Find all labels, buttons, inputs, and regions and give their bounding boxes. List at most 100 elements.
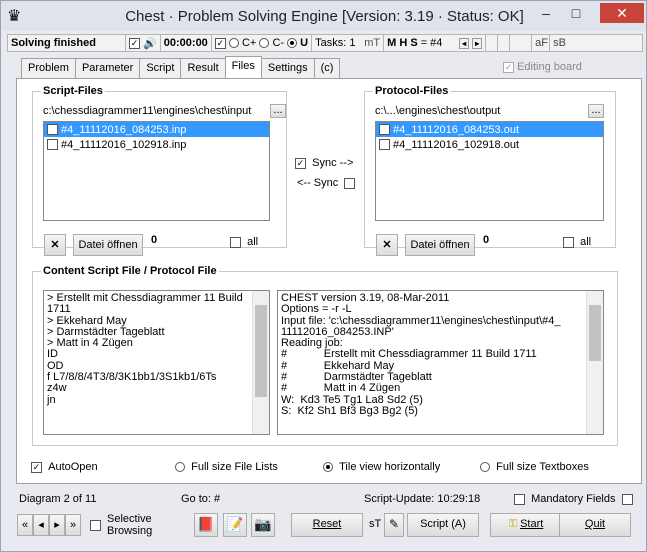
goto-field[interactable]: Go to: # (181, 493, 220, 505)
protocol-scrollbar[interactable] (586, 291, 603, 434)
list-item-label: #4_11112016_084253.inp (61, 123, 187, 136)
equals-sign: = (420, 37, 428, 49)
tab-copyright[interactable]: (c) (313, 58, 341, 78)
sync-forward-checkbox[interactable]: ✓ (295, 157, 306, 169)
script-tool-icon[interactable]: ✎ (384, 513, 404, 537)
spin-right-icon[interactable]: ▸ (472, 37, 483, 49)
mhs-selector[interactable]: M H S = #4 ◂ ▸ (384, 35, 487, 51)
text-line: 1711 (47, 303, 71, 316)
protocol-all-label: all (580, 236, 592, 248)
sync-forward-label: Sync --> (312, 157, 354, 169)
protocol-browse-button[interactable]: ... (588, 104, 604, 118)
minimize-button[interactable]: – (532, 3, 560, 25)
text-line: ID (47, 348, 58, 361)
tab-files[interactable]: Files (224, 56, 262, 78)
book-icon[interactable]: 📕 (194, 513, 218, 537)
protocol-all-option: all (563, 236, 591, 248)
time-checkbox[interactable]: ✓ (214, 37, 226, 49)
script-path: c:\chessdiagrammer11\engines\chest\input (43, 105, 252, 117)
camera-icon[interactable]: 📷 (251, 513, 275, 537)
last-diagram-button[interactable]: » (65, 514, 81, 536)
sound-checkbox[interactable]: ✓ (129, 37, 140, 49)
prev-diagram-button[interactable]: ◂ (33, 514, 49, 536)
scroll-thumb[interactable] (255, 305, 267, 397)
quit-button[interactable]: Quit (559, 513, 631, 537)
list-item[interactable]: #4_11112016_102918.inp (44, 137, 269, 152)
mandatory-checkbox-2[interactable] (621, 493, 633, 505)
list-item[interactable]: #4_11112016_102918.out (376, 137, 603, 152)
text-line: > Matt in 4 Zügen (47, 337, 133, 350)
full-textboxes-radio[interactable] (480, 462, 490, 473)
text-line: S: Kf2 Sh1 Bf3 Bg3 Bg2 (5) (281, 404, 418, 417)
first-diagram-button[interactable]: « (17, 514, 33, 536)
mandatory-label: Mandatory Fields (531, 493, 616, 505)
list-item[interactable]: #4_11112016_084253.out (376, 122, 603, 137)
selective-browsing-label: Selective Browsing (107, 513, 152, 537)
sync-back-checkbox[interactable] (344, 177, 356, 189)
af-button[interactable]: aF (532, 35, 551, 51)
tab-script[interactable]: Script (139, 58, 182, 78)
sync-forward-option: ✓ Sync --> (295, 157, 353, 169)
protocol-content-textbox[interactable]: CHEST version 3.19, 08-Mar-2011 Options =… (277, 290, 604, 435)
list-item-label: #4_11112016_102918.inp (61, 138, 187, 151)
script-scrollbar[interactable] (252, 291, 269, 434)
tasks-cell: Tasks: 1 mT (312, 35, 385, 51)
script-browse-button[interactable]: ... (270, 104, 286, 118)
u-radio[interactable] (287, 38, 298, 48)
tab-result[interactable]: Result (180, 58, 226, 78)
protocol-delete-button[interactable]: ✕ (376, 234, 398, 256)
u-label: U (300, 37, 309, 49)
content-title: Content Script File / Protocol File (41, 265, 219, 277)
selective-browsing-checkbox[interactable] (90, 520, 101, 531)
tile-horizontal-radio[interactable] (323, 462, 333, 473)
start-button[interactable]: ⚿ Start (490, 513, 562, 537)
autoopen-checkbox[interactable]: ✓ (31, 461, 42, 473)
script-content-textbox[interactable]: > Erstellt mit Chessdiagrammer 11 Build 1… (43, 290, 270, 435)
mandatory-checkbox[interactable] (514, 493, 525, 505)
text-line: Options = -r -L (281, 303, 352, 316)
protocol-all-checkbox[interactable] (563, 236, 574, 248)
status-text: Solving finished (8, 35, 126, 51)
selective-label: Selective (107, 513, 152, 525)
sb-button[interactable]: sB (550, 35, 568, 51)
maximize-button[interactable]: □ (562, 3, 590, 25)
mandatory-fields-option: Mandatory Fields (514, 493, 633, 505)
list-item-label: #4_11112016_102918.out (393, 138, 520, 151)
text-line: f L7/8/8/4T3/8/3K1bb1/3S1kb1/6Ts (47, 371, 217, 384)
text-line: # Matt in 4 Zügen (281, 382, 401, 395)
reset-button[interactable]: Reset (291, 513, 363, 537)
toolbar-empty-2 (498, 35, 511, 51)
item-checkbox[interactable] (47, 124, 58, 135)
full-file-lists-radio[interactable] (175, 462, 185, 473)
start-label: Start (520, 518, 544, 530)
spin-left-icon[interactable]: ◂ (459, 37, 470, 49)
tile-horizontal-option: Tile view horizontally (323, 461, 440, 473)
list-item[interactable]: #4_11112016_084253.inp (44, 122, 269, 137)
protocol-files-list: #4_11112016_084253.out #4_11112016_10291… (375, 121, 604, 221)
item-checkbox[interactable] (47, 139, 58, 150)
tab-problem[interactable]: Problem (21, 58, 76, 78)
autoopen-option: ✓ AutoOpen (31, 461, 98, 473)
tab-settings[interactable]: Settings (260, 58, 315, 78)
protocol-files-group: Protocol-Files c:\...\engines\chest\outp… (364, 85, 616, 256)
c-plus-radio[interactable] (228, 38, 239, 48)
script-delete-button[interactable]: ✕ (44, 234, 66, 256)
scroll-thumb[interactable] (589, 305, 601, 361)
close-button[interactable]: ✕ (600, 3, 644, 23)
tab-parameter[interactable]: Parameter (74, 58, 141, 78)
mhs-label: M H S (387, 37, 418, 49)
tab-strip: Problem Parameter Script Result Files Se… (21, 56, 341, 78)
script-all-checkbox[interactable] (230, 236, 241, 248)
item-checkbox[interactable] (379, 139, 390, 150)
protocol-open-button[interactable]: Datei öffnen (405, 234, 475, 256)
sync-back-label: <-- Sync (297, 177, 339, 189)
speaker-icon[interactable]: 🔊 (143, 37, 157, 50)
next-diagram-button[interactable]: ▸ (49, 514, 65, 536)
script-open-button[interactable]: Datei öffnen (73, 234, 143, 256)
notes-icon[interactable]: 📝 (223, 513, 247, 537)
script-a-button[interactable]: Script (A) (407, 513, 479, 537)
c-minus-radio[interactable] (259, 38, 270, 48)
item-checkbox[interactable] (379, 124, 390, 135)
app-window: ♛ Chest · Problem Solving Engine [Versio… (0, 0, 647, 552)
browsing-label: Browsing (107, 525, 153, 537)
